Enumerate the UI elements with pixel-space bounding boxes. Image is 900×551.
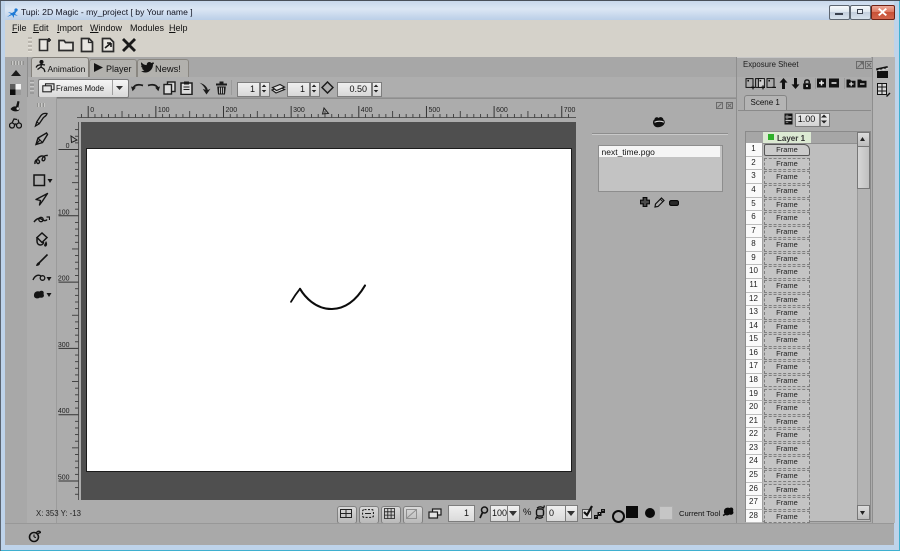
svg-text:0: 0: [90, 107, 94, 114]
svg-text:100: 100: [58, 209, 70, 216]
svg-text:600: 600: [496, 107, 508, 114]
svg-text:200: 200: [226, 107, 238, 114]
svg-text:300: 300: [293, 107, 305, 114]
svg-text:400: 400: [361, 107, 373, 114]
svg-text:200: 200: [58, 276, 70, 283]
svg-text:100: 100: [158, 107, 170, 114]
svg-text:300: 300: [58, 342, 70, 349]
svg-text:700: 700: [564, 107, 576, 114]
svg-text:400: 400: [58, 408, 70, 415]
svg-text:500: 500: [58, 475, 70, 482]
svg-text:500: 500: [428, 107, 440, 114]
svg-text:0: 0: [66, 143, 70, 150]
